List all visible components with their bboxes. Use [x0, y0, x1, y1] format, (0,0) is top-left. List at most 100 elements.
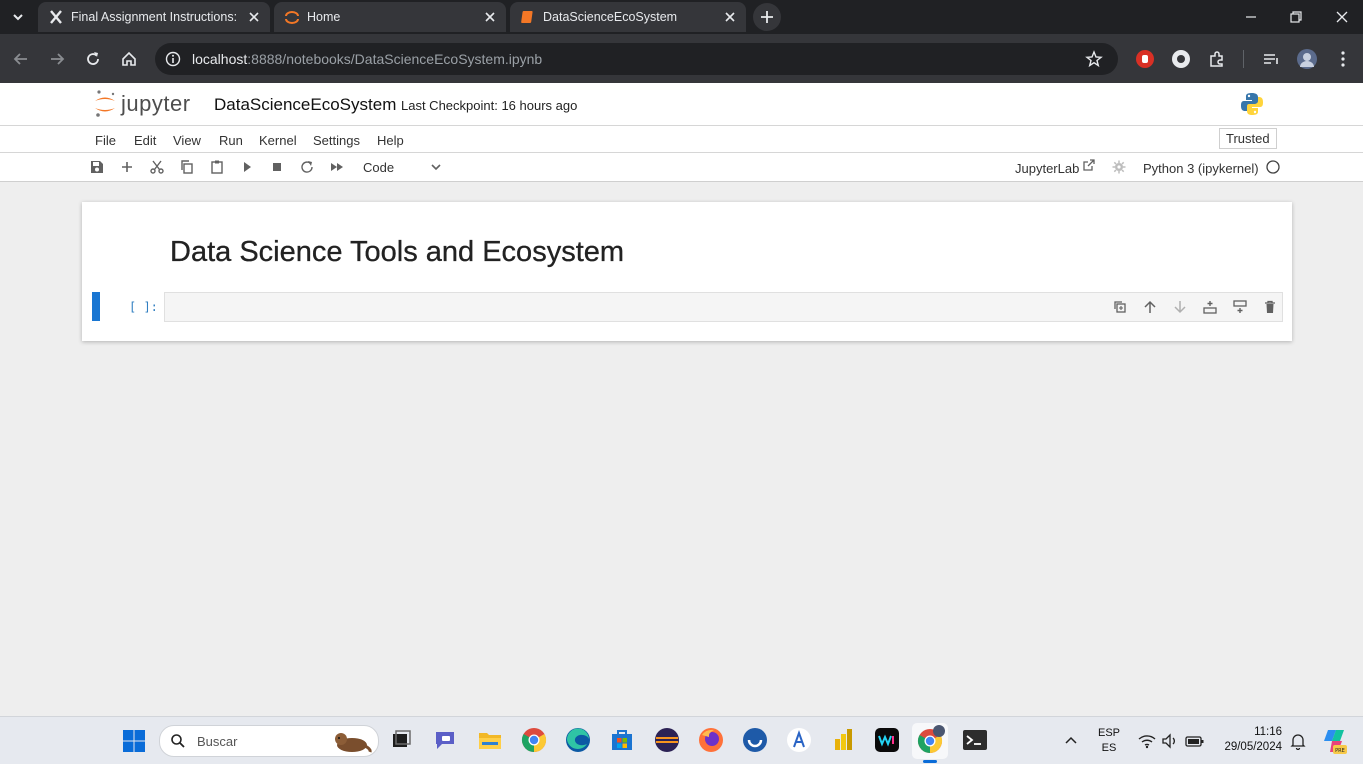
edge-icon[interactable] — [565, 727, 591, 753]
new-tab-button[interactable] — [753, 3, 781, 31]
otter-search-highlight-icon — [330, 730, 372, 754]
fast-forward-icon[interactable] — [329, 159, 345, 175]
app-a-icon[interactable] — [786, 727, 812, 753]
tab-datascienceecosystem[interactable]: DataScienceEcoSystem — [510, 2, 746, 32]
close-icon[interactable] — [246, 9, 262, 25]
menu-kernel[interactable]: Kernel — [259, 133, 297, 148]
copilot-icon[interactable]: PRE — [1320, 727, 1348, 755]
battery-icon[interactable] — [1185, 733, 1205, 749]
clock-date: 29/05/2024 — [1224, 741, 1282, 753]
tab-search-icon[interactable] — [10, 9, 26, 25]
more-menu-icon[interactable] — [1335, 50, 1351, 68]
show-hidden-icons-chevron-icon[interactable] — [1063, 733, 1079, 749]
menu-file[interactable]: File — [95, 133, 116, 148]
notebook-favicon-icon — [520, 9, 536, 25]
menu-bar: File Edit View Run Kernel Settings Help … — [0, 126, 1363, 153]
insert-above-icon[interactable] — [1202, 299, 1218, 315]
code-cell-input[interactable] — [164, 292, 1283, 322]
windows-start-icon[interactable] — [122, 729, 146, 753]
cut-icon[interactable] — [149, 159, 165, 175]
close-icon[interactable] — [482, 9, 498, 25]
menu-run[interactable]: Run — [219, 133, 243, 148]
back-icon[interactable] — [12, 50, 30, 68]
external-link-icon[interactable] — [1082, 158, 1096, 172]
trusted-indicator[interactable]: Trusted — [1219, 128, 1277, 149]
home-icon[interactable] — [120, 50, 138, 68]
jupyter-logo[interactable]: jupyter — [93, 89, 203, 119]
search-icon — [170, 733, 186, 749]
microsoft-store-icon[interactable] — [609, 727, 635, 753]
kernel-name[interactable]: Python 3 (ipykernel) — [1143, 161, 1259, 176]
reading-list-icon[interactable] — [1262, 50, 1280, 68]
profile-avatar[interactable] — [1297, 49, 1317, 69]
stop-icon[interactable] — [269, 159, 285, 175]
menu-view[interactable]: View — [173, 133, 201, 148]
url-path: :8888/notebooks/DataScienceEcoSystem.ipy… — [247, 51, 543, 67]
forward-icon[interactable] — [48, 50, 66, 68]
extension-circle-icon[interactable] — [1172, 50, 1190, 68]
chrome-icon[interactable] — [521, 727, 547, 753]
close-icon[interactable] — [722, 9, 738, 25]
markdown-heading: Data Science Tools and Ecosystem — [170, 236, 625, 268]
site-info-icon[interactable] — [165, 51, 181, 67]
cell-type-value: Code — [363, 160, 395, 175]
move-down-icon[interactable] — [1172, 299, 1188, 315]
tab-title: Home — [307, 10, 341, 24]
teams-chat-icon[interactable] — [433, 727, 459, 753]
app-blue-icon[interactable] — [742, 727, 768, 753]
jupyter-header: jupyter DataScienceEcoSystem Last Checkp… — [0, 83, 1363, 126]
run-icon[interactable] — [239, 159, 255, 175]
terminal-icon[interactable] — [962, 727, 988, 753]
cell-prompt: [ ]: — [129, 300, 158, 314]
chevron-down-icon — [429, 160, 443, 174]
extensions-puzzle-icon[interactable] — [1208, 50, 1226, 68]
x-favicon-icon — [48, 9, 64, 25]
power-bi-icon[interactable] — [830, 727, 856, 753]
jupyterlab-link[interactable]: JupyterLab — [1015, 161, 1079, 176]
copy-icon[interactable] — [179, 159, 195, 175]
address-bar[interactable]: localhost:8888/notebooks/DataScienceEcoS… — [155, 43, 1118, 75]
keyboard-layout: ES — [1101, 742, 1117, 754]
delete-cell-icon[interactable] — [1262, 299, 1278, 315]
webstorm-icon[interactable] — [874, 727, 900, 753]
eclipse-icon[interactable] — [654, 727, 680, 753]
file-explorer-icon[interactable] — [477, 727, 503, 753]
notification-bell-icon[interactable] — [1290, 732, 1306, 750]
insert-below-icon[interactable] — [1232, 299, 1248, 315]
task-view-icon[interactable] — [388, 727, 414, 753]
menu-edit[interactable]: Edit — [134, 133, 156, 148]
bookmark-star-icon[interactable] — [1085, 50, 1103, 68]
firefox-icon[interactable] — [698, 727, 724, 753]
reload-icon[interactable] — [84, 50, 102, 68]
chrome-active-icon[interactable] — [912, 723, 948, 759]
clock-time: 11:16 — [1254, 726, 1282, 738]
wifi-icon[interactable] — [1138, 733, 1156, 749]
jupyter-logo-icon — [95, 90, 115, 117]
restore-button[interactable] — [1288, 9, 1304, 25]
search-placeholder: Buscar — [197, 734, 238, 749]
extension-stop-icon[interactable] — [1136, 50, 1154, 68]
menu-help[interactable]: Help — [377, 133, 404, 148]
move-up-icon[interactable] — [1142, 299, 1158, 315]
menu-settings[interactable]: Settings — [313, 133, 360, 148]
minimize-button[interactable] — [1243, 9, 1259, 25]
browser-tab-bar: Final Assignment Instructions: C Home Da… — [0, 0, 1363, 34]
notebook-name[interactable]: DataScienceEcoSystem — [214, 95, 396, 115]
volume-icon[interactable] — [1161, 733, 1179, 749]
tab-final-assignment[interactable]: Final Assignment Instructions: C — [38, 2, 270, 32]
svg-text:PRE: PRE — [1335, 748, 1345, 754]
language-indicator[interactable]: ESP ES — [1092, 726, 1126, 756]
duplicate-cell-icon[interactable] — [1112, 299, 1128, 315]
cell-type-select[interactable]: Code — [357, 157, 443, 177]
clock[interactable]: 11:16 29/05/2024 — [1214, 725, 1282, 757]
save-icon[interactable] — [89, 159, 105, 175]
close-window-button[interactable] — [1334, 9, 1350, 25]
add-cell-icon[interactable] — [119, 159, 135, 175]
paste-icon[interactable] — [209, 159, 225, 175]
restart-icon[interactable] — [299, 159, 315, 175]
tab-title: Final Assignment Instructions: C — [71, 10, 236, 24]
taskbar-search-box[interactable]: Buscar — [159, 725, 379, 757]
tab-home[interactable]: Home — [274, 2, 506, 32]
kernel-settings-gear-icon[interactable] — [1111, 159, 1127, 175]
language-code: ESP — [1097, 727, 1120, 739]
